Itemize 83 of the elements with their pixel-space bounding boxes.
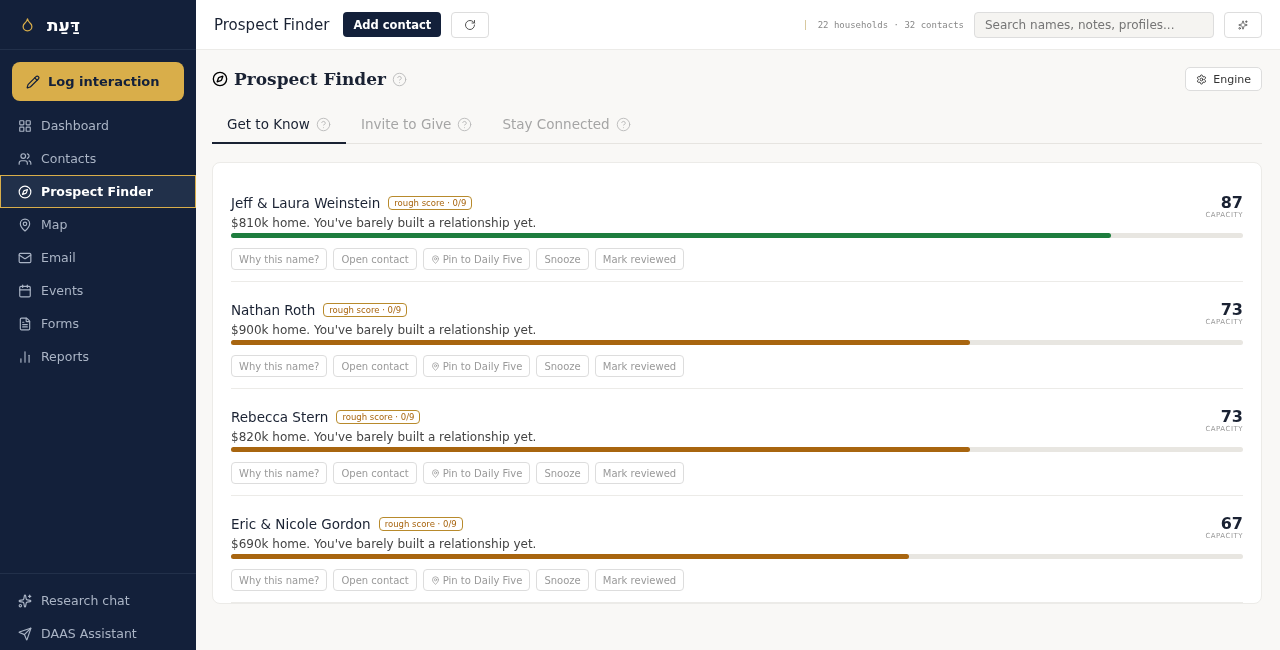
prospect-summary: $810k home. You've barely built a relationship yet.	[231, 216, 537, 230]
prospect-summary: $690k home. You've barely built a relationship yet.	[231, 537, 537, 551]
sparkles-button[interactable]	[1224, 11, 1262, 38]
refresh-icon	[464, 18, 477, 31]
action-button[interactable]: Snooze	[536, 355, 589, 377]
action-button[interactable]: Mark reviewed	[594, 462, 685, 484]
refresh-button[interactable]	[451, 11, 490, 38]
add-contact-button[interactable]: Add contact	[343, 12, 442, 37]
action-button[interactable]: Why this name?	[231, 248, 328, 270]
action-button[interactable]: Open contact	[333, 355, 417, 377]
help-icon[interactable]	[392, 71, 408, 87]
action-button[interactable]: Open contact	[333, 569, 417, 591]
compass-icon	[212, 71, 228, 87]
sparkles-icon	[1238, 19, 1248, 30]
action-button[interactable]: Snooze	[536, 462, 589, 484]
sidebar-item[interactable]: DAAS Assistant	[0, 617, 196, 650]
action-button[interactable]: Open contact	[333, 462, 417, 484]
prospect-name: Rebecca Stern	[231, 409, 329, 425]
action-button[interactable]: Pin to Daily Five	[422, 569, 531, 591]
prospect-summary: $900k home. You've barely built a relationship yet.	[231, 323, 537, 337]
users-icon	[18, 151, 32, 166]
action-button[interactable]: Snooze	[536, 248, 589, 270]
action-button[interactable]: Pin to Daily Five	[422, 248, 531, 270]
mail-icon	[18, 250, 32, 265]
map-pin-icon	[430, 361, 440, 371]
map-pin-icon	[18, 217, 32, 232]
engine-button[interactable]: Engine	[1185, 67, 1262, 91]
sidebar-item[interactable]: Prospect Finder	[0, 175, 196, 208]
compass-icon	[18, 184, 32, 199]
prospect-name: Eric & Nicole Gordon	[231, 516, 371, 532]
sidebar-item[interactable]: Dashboard	[0, 109, 196, 142]
map-pin-icon	[430, 468, 440, 478]
brand-name: דַּעַת	[47, 14, 80, 35]
sidebar-item[interactable]: Contacts	[0, 142, 196, 175]
search-field[interactable]: Search names, notes, profiles...	[974, 11, 1214, 38]
log-interaction-button[interactable]: Log interaction	[12, 62, 184, 101]
tab[interactable]: Invite to Give	[345, 106, 488, 144]
action-button[interactable]: Mark reviewed	[594, 355, 685, 377]
map-pin-icon	[430, 254, 440, 264]
score-badge: rough score · 0/9	[336, 410, 421, 424]
action-button[interactable]: Why this name?	[231, 462, 328, 484]
action-button[interactable]: Pin to Daily Five	[422, 355, 531, 377]
action-button[interactable]: Open contact	[333, 248, 417, 270]
capacity-score: 87	[1220, 195, 1243, 211]
sidebar-item[interactable]: Research chat	[0, 584, 196, 617]
help-icon[interactable]	[315, 116, 331, 132]
action-button[interactable]: Why this name?	[231, 355, 328, 377]
action-button[interactable]: Mark reviewed	[594, 569, 685, 591]
score-badge: rough score · 0/9	[388, 196, 473, 210]
sparkles-icon	[18, 593, 32, 608]
household-stats: 22 households · 32 contacts	[804, 19, 964, 30]
action-button[interactable]: Snooze	[536, 569, 589, 591]
score-badge: rough score · 0/9	[378, 517, 463, 531]
grid-icon	[18, 118, 32, 133]
prospect-name: Nathan Roth	[231, 302, 316, 318]
header-title: Prospect Finder	[214, 15, 330, 34]
sidebar-item[interactable]: Forms	[0, 307, 196, 340]
calendar-icon	[18, 283, 32, 298]
settings-icon	[1196, 73, 1208, 85]
sidebar-item[interactable]: Map	[0, 208, 196, 241]
action-button[interactable]: Mark reviewed	[594, 248, 685, 270]
help-icon[interactable]	[457, 116, 473, 132]
tab[interactable]: Stay Connected	[487, 106, 646, 144]
action-button[interactable]: Why this name?	[231, 569, 328, 591]
document-icon	[18, 316, 32, 331]
map-pin-icon	[430, 575, 440, 585]
capacity-score: 73	[1220, 409, 1243, 425]
sidebar-item[interactable]: Email	[0, 241, 196, 274]
pencil-icon	[26, 74, 40, 89]
droplet-icon	[20, 17, 35, 32]
action-button[interactable]: Pin to Daily Five	[422, 462, 531, 484]
send-icon	[18, 626, 32, 641]
prospect-summary: $820k home. You've barely built a relationship yet.	[231, 430, 537, 444]
capacity-score: 73	[1220, 302, 1243, 318]
prospect-name: Jeff & Laura Weinstein	[231, 195, 381, 211]
sidebar-item[interactable]: Events	[0, 274, 196, 307]
sidebar-item[interactable]: Reports	[0, 340, 196, 373]
page-title: Prospect Finder	[234, 69, 387, 89]
score-badge: rough score · 0/9	[323, 303, 408, 317]
bar-chart-icon	[18, 349, 32, 364]
capacity-score: 67	[1220, 516, 1243, 532]
tab[interactable]: Get to Know	[212, 106, 346, 144]
help-icon[interactable]	[615, 116, 631, 132]
